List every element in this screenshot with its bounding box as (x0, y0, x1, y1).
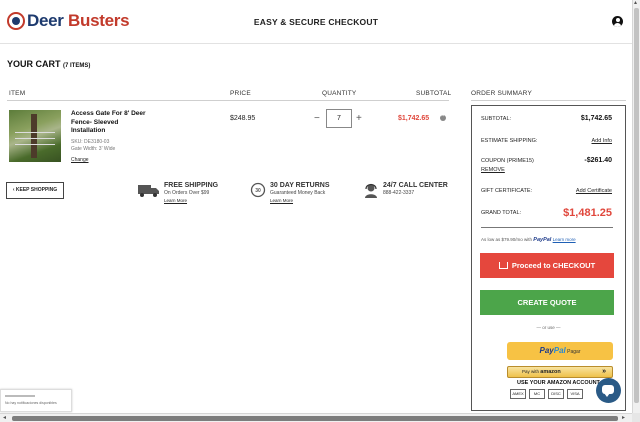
add-shipping-info-link[interactable]: Add Info (592, 138, 613, 144)
visa-card-icon: VISA (567, 389, 583, 399)
product-variant: Gate Width: 3' Wide (71, 146, 116, 152)
coupon-value: -$261.40 (584, 157, 612, 164)
cart-title: YOUR CART (7 ITEMS) (7, 59, 90, 69)
perk-title: 24/7 CALL CENTER (383, 182, 448, 189)
shipping-label: ESTIMATE SHIPPING: (481, 138, 538, 144)
grand-total-label: GRAND TOTAL: (481, 210, 522, 216)
payment-cards: AMEX MC DISC VISA (510, 389, 586, 399)
svg-text:30: 30 (255, 188, 261, 194)
product-image[interactable] (9, 110, 61, 162)
call-center-icon (365, 183, 377, 198)
summary-divider (481, 227, 613, 228)
column-header-item: ITEM (9, 90, 26, 97)
remove-coupon-link[interactable]: REMOVE (481, 167, 505, 173)
remove-item-icon[interactable] (440, 113, 446, 121)
amazon-pay-button[interactable]: Pay with amazon » (507, 366, 613, 378)
column-header-quantity: QUANTITY (322, 90, 357, 97)
table-header-divider (7, 100, 449, 101)
order-summary-heading: ORDER SUMMARY (471, 90, 532, 97)
quantity-increment-button[interactable]: + (356, 113, 362, 124)
call-center-phone[interactable]: 888-422-3337 (383, 190, 448, 197)
chevron-right-icon: » (602, 368, 606, 375)
page-title: EASY & SECURE CHECKOUT (253, 17, 379, 27)
perk-learn-more-link[interactable]: Learn More (164, 197, 218, 204)
truck-icon (138, 185, 159, 197)
paypal-financing-note: As low as $79.90/mo with PayPal Learn mo… (481, 237, 576, 243)
cart-title-text: YOUR CART (7, 59, 61, 69)
mastercard-icon: MC (529, 389, 545, 399)
paypal-logo: PayPal (539, 346, 566, 355)
gift-certificate-label: GIFT CERTIFICATE: (481, 188, 533, 194)
perk-free-shipping: FREE SHIPPING On Orders Over $99 Learn M… (138, 182, 218, 204)
change-item-link[interactable]: Change (71, 157, 89, 163)
paypal-button-text: Pagar (567, 349, 581, 355)
cart-item-count: (7 ITEMS) (63, 63, 91, 69)
perk-title: 30 DAY RETURNS (270, 182, 330, 189)
vertical-scroll-thumb[interactable] (634, 8, 639, 403)
column-header-price: PRICE (230, 90, 251, 97)
perk-subtitle: On Orders Over $99 (164, 190, 210, 196)
returns-icon: 30 (250, 182, 266, 198)
cart-icon (498, 262, 508, 269)
horizontal-scrollbar[interactable]: ◂ ▸ (0, 413, 632, 422)
coupon-label: COUPON (PRIME15) (481, 158, 534, 164)
grand-total-value: $1,481.25 (563, 207, 612, 219)
perk-call-center: 24/7 CALL CENTER 888-422-3337 (363, 182, 448, 198)
subtotal-label: SUBTOTAL: (481, 116, 512, 122)
perk-returns: 30 30 DAY RETURNS Guaranteed Money Back … (250, 182, 330, 204)
subtotal-value: $1,742.65 (580, 115, 612, 122)
product-name[interactable]: Access Gate For 8' Deer Fence- Sleeved I… (71, 110, 151, 136)
paypal-button[interactable]: PayPal Pagar (507, 342, 613, 360)
discover-card-icon: DISC (548, 389, 564, 399)
perk-subtitle: Guaranteed Money Back (270, 190, 326, 196)
quantity-decrement-button[interactable]: − (314, 113, 320, 124)
horizontal-scroll-thumb[interactable] (12, 416, 618, 421)
amazon-account-note: USE YOUR AMAZON ACCOUNT (517, 380, 600, 386)
notification-toast: No hay notificaciones disponibles (0, 389, 72, 412)
scroll-left-icon[interactable]: ◂ (3, 415, 6, 421)
item-price: $248.95 (230, 115, 256, 122)
summary-header-divider (471, 100, 626, 101)
paypal-learn-more-link[interactable]: Learn more (553, 237, 576, 242)
proceed-to-checkout-button[interactable]: Proceed to CHECKOUT (480, 253, 614, 278)
scroll-right-icon[interactable]: ▸ (622, 415, 625, 421)
vertical-scrollbar[interactable]: ▴ (632, 0, 640, 413)
chat-icon[interactable] (596, 378, 621, 403)
quantity-input[interactable]: 7 (326, 109, 352, 128)
notice-bar (5, 395, 35, 397)
account-icon[interactable] (612, 16, 623, 27)
paypal-brand: PayPal (533, 237, 552, 243)
notice-text: No hay notificaciones disponibles (5, 401, 57, 405)
paypal-financing-text: As low as $79.90/mo with (481, 237, 533, 242)
site-header: Deer Busters EASY & SECURE CHECKOUT (0, 0, 632, 44)
column-header-subtotal: SUBTOTAL (416, 90, 452, 97)
amex-card-icon: AMEX (510, 389, 526, 399)
add-certificate-link[interactable]: Add Certificate (576, 188, 612, 194)
order-summary-panel: SUBTOTAL: $1,742.65 ESTIMATE SHIPPING: A… (471, 105, 626, 411)
item-subtotal: $1,742.65 (398, 115, 430, 122)
scrollbar-corner (632, 413, 640, 422)
keep-shopping-button[interactable]: ‹ KEEP SHOPPING (6, 182, 64, 199)
perk-learn-more-link[interactable]: Learn More (270, 197, 330, 204)
scroll-up-icon[interactable]: ▴ (634, 0, 637, 6)
product-sku: SKU: DE3180-03 (71, 139, 110, 145)
or-use-divider: — or use — (536, 325, 561, 330)
perk-title: FREE SHIPPING (164, 182, 219, 189)
create-quote-button[interactable]: CREATE QUOTE (480, 290, 614, 315)
